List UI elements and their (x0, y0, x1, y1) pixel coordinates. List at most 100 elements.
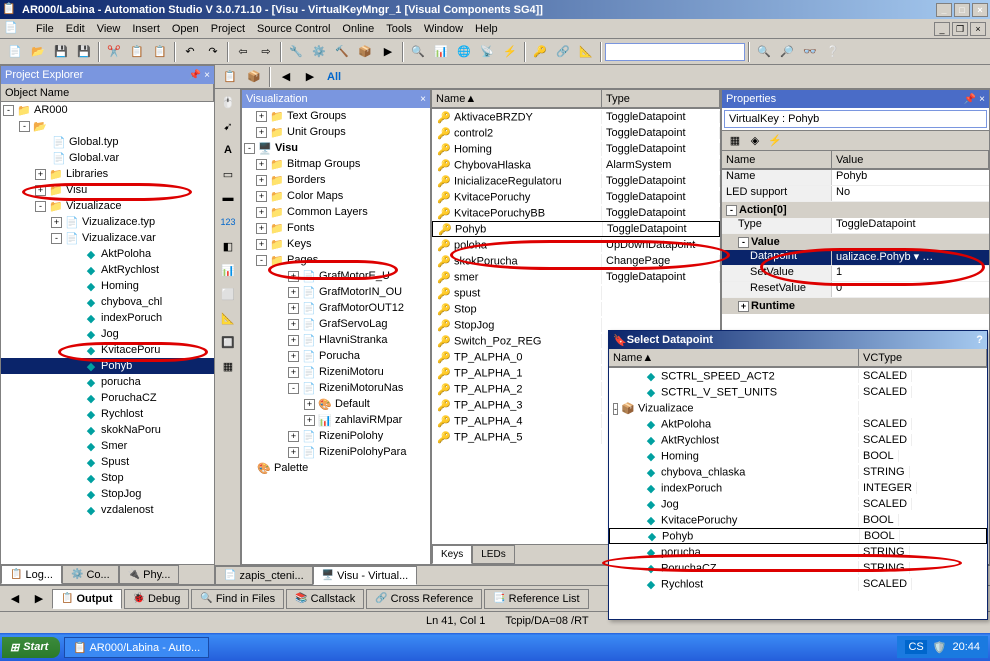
menu-file[interactable]: File (36, 23, 54, 35)
tree-item[interactable]: Fonts (287, 222, 315, 234)
list-item-name[interactable]: TP_ALPHA_5 (454, 432, 522, 444)
prop-group-runtime[interactable]: Runtime (751, 300, 795, 312)
tool-rect[interactable]: ▭ (217, 163, 239, 185)
tree-var-item[interactable]: skokNaPoru (101, 424, 161, 436)
tb-help[interactable]: ❔ (822, 41, 844, 63)
prop-group[interactable]: Action[0] (739, 204, 787, 216)
menu-project[interactable]: Project (211, 23, 245, 35)
menu-view[interactable]: View (97, 23, 121, 35)
prop-val-datapoint[interactable]: ualizace.Pohyb ▾ … (832, 250, 989, 265)
panel-close-icon[interactable]: 📌 × (964, 94, 985, 105)
prop-group-value[interactable]: Value (751, 236, 780, 248)
tb-cut[interactable]: ✂️ (103, 41, 125, 63)
tb-b7[interactable]: 📊 (430, 41, 452, 63)
list-item-name[interactable]: TP_ALPHA_2 (454, 384, 522, 396)
tree-var-item[interactable]: Homing (101, 280, 139, 292)
list-item-name[interactable]: StopJog (454, 320, 494, 332)
dp-item[interactable]: Jog (661, 499, 679, 511)
tool-select[interactable]: 🖱️ (217, 91, 239, 113)
taskbar-item[interactable]: 📋 AR000/Labina - Auto... (64, 637, 209, 658)
system-tray[interactable]: CS 🛡️ 20:44 (897, 636, 988, 658)
output-nav-right[interactable]: ▶ (28, 588, 50, 610)
tb-b4[interactable]: 📦 (354, 41, 376, 63)
expander[interactable]: - (19, 121, 30, 132)
list-item-name[interactable]: control2 (454, 128, 493, 140)
tree-page-item[interactable]: Porucha (319, 350, 360, 362)
col-type[interactable]: Type (602, 90, 720, 108)
tb-b11[interactable]: 🔑 (529, 41, 551, 63)
tab-callstack[interactable]: 📚 Callstack (286, 589, 364, 609)
child-restore-button[interactable]: ❐ (952, 22, 968, 36)
tree-item[interactable]: Text Groups (287, 110, 346, 122)
tb-b9[interactable]: 📡 (476, 41, 498, 63)
tb-b13[interactable]: 📐 (575, 41, 597, 63)
dialog-help-icon[interactable]: ? (976, 334, 983, 346)
tab-physical[interactable]: 🔌 Phy... (119, 565, 180, 584)
tree-item[interactable]: Keys (287, 238, 311, 250)
tree-var-item[interactable]: vzdalenost (101, 504, 154, 516)
dp-item[interactable]: indexPoruch (661, 483, 722, 495)
list-item-name[interactable]: Pohyb (455, 224, 486, 236)
menu-insert[interactable]: Insert (132, 23, 160, 35)
dp-item[interactable]: Pohyb (662, 531, 693, 543)
tb-b3[interactable]: 🔨 (331, 41, 353, 63)
list-item-name[interactable]: skokPorucha (454, 256, 518, 268)
list-item-name[interactable]: ChybovaHlaska (454, 160, 531, 172)
tab-leds[interactable]: LEDs (472, 545, 514, 564)
prop-val[interactable]: Pohyb (832, 170, 989, 185)
tb-b10[interactable]: ⚡ (499, 41, 521, 63)
tree-var-item[interactable]: Pohyb (101, 360, 132, 372)
tool-bar[interactable]: ▬ (217, 187, 239, 209)
sec-tb-3[interactable]: ◀ (275, 66, 297, 88)
tool-5[interactable]: ◧ (217, 235, 239, 257)
tree-palette[interactable]: Palette (274, 462, 308, 474)
tree-var-item[interactable]: KvitacePoru (101, 344, 160, 356)
props-tb-3[interactable]: ⚡ (766, 132, 784, 150)
tree-var-item[interactable]: chybova_chl (101, 296, 162, 308)
tree-item[interactable]: Vizualizace.var (82, 232, 156, 244)
doc-tab-1[interactable]: 📄 zapis_cteni... (215, 566, 313, 585)
dp-item[interactable]: AktRychlost (661, 435, 719, 447)
tree-item[interactable]: Borders (287, 174, 326, 186)
col-propname[interactable]: Name (722, 151, 832, 169)
tool-num[interactable]: 123 (217, 211, 239, 233)
output-nav-left[interactable]: ◀ (4, 588, 26, 610)
tool-9[interactable]: 🔲 (217, 331, 239, 353)
dp-item[interactable]: KvitacePoruchy (661, 515, 737, 527)
col-dp-type[interactable]: VCType (859, 349, 987, 367)
menu-window[interactable]: Window (424, 23, 463, 35)
start-button[interactable]: ⊞ Start (2, 637, 60, 658)
tool-text[interactable]: A (217, 139, 239, 161)
tree-page-item[interactable]: GrafMotorOUT12 (319, 302, 404, 314)
tree-page-item[interactable]: GrafMotorE_U (319, 270, 390, 282)
tree-var-item[interactable]: Smer (101, 440, 127, 452)
tree-var-item[interactable]: Stop (101, 472, 124, 484)
tree-item[interactable]: RizeniPolohyPara (319, 446, 406, 458)
menu-help[interactable]: Help (475, 23, 498, 35)
tool-6[interactable]: 📊 (217, 259, 239, 281)
tool-8[interactable]: 📐 (217, 307, 239, 329)
tree-var-item[interactable]: PoruchaCZ (101, 392, 157, 404)
expander[interactable]: + (51, 217, 62, 228)
tb-find2[interactable]: 🔎 (776, 41, 798, 63)
tree-item[interactable]: RizeniPolohy (319, 430, 383, 442)
tree-item[interactable]: Global.typ (69, 136, 119, 148)
expander[interactable]: + (35, 185, 46, 196)
props-tb-2[interactable]: ◈ (746, 132, 764, 150)
tree-item[interactable]: Unit Groups (287, 126, 346, 138)
tb-back[interactable]: ⇦ (232, 41, 254, 63)
tree-page-item[interactable]: GrafMotorIN_OU (319, 286, 402, 298)
close-button[interactable]: × (972, 3, 988, 17)
prop-val[interactable]: 0 (832, 282, 989, 297)
tb-copy[interactable]: 📋 (126, 41, 148, 63)
list-item-name[interactable]: KvitacePoruchyBB (454, 208, 545, 220)
list-item-name[interactable]: spust (454, 288, 480, 300)
tb-combo[interactable] (605, 43, 745, 61)
tree-var-item[interactable]: porucha (101, 376, 141, 388)
expander[interactable]: + (35, 169, 46, 180)
list-item-name[interactable]: TP_ALPHA_0 (454, 352, 522, 364)
list-item-name[interactable]: KvitacePoruchy (454, 192, 530, 204)
tree-item[interactable]: zahlaviRMpar (335, 414, 402, 426)
col-name[interactable]: Name ▲ (432, 90, 602, 108)
tb-b2[interactable]: ⚙️ (308, 41, 330, 63)
